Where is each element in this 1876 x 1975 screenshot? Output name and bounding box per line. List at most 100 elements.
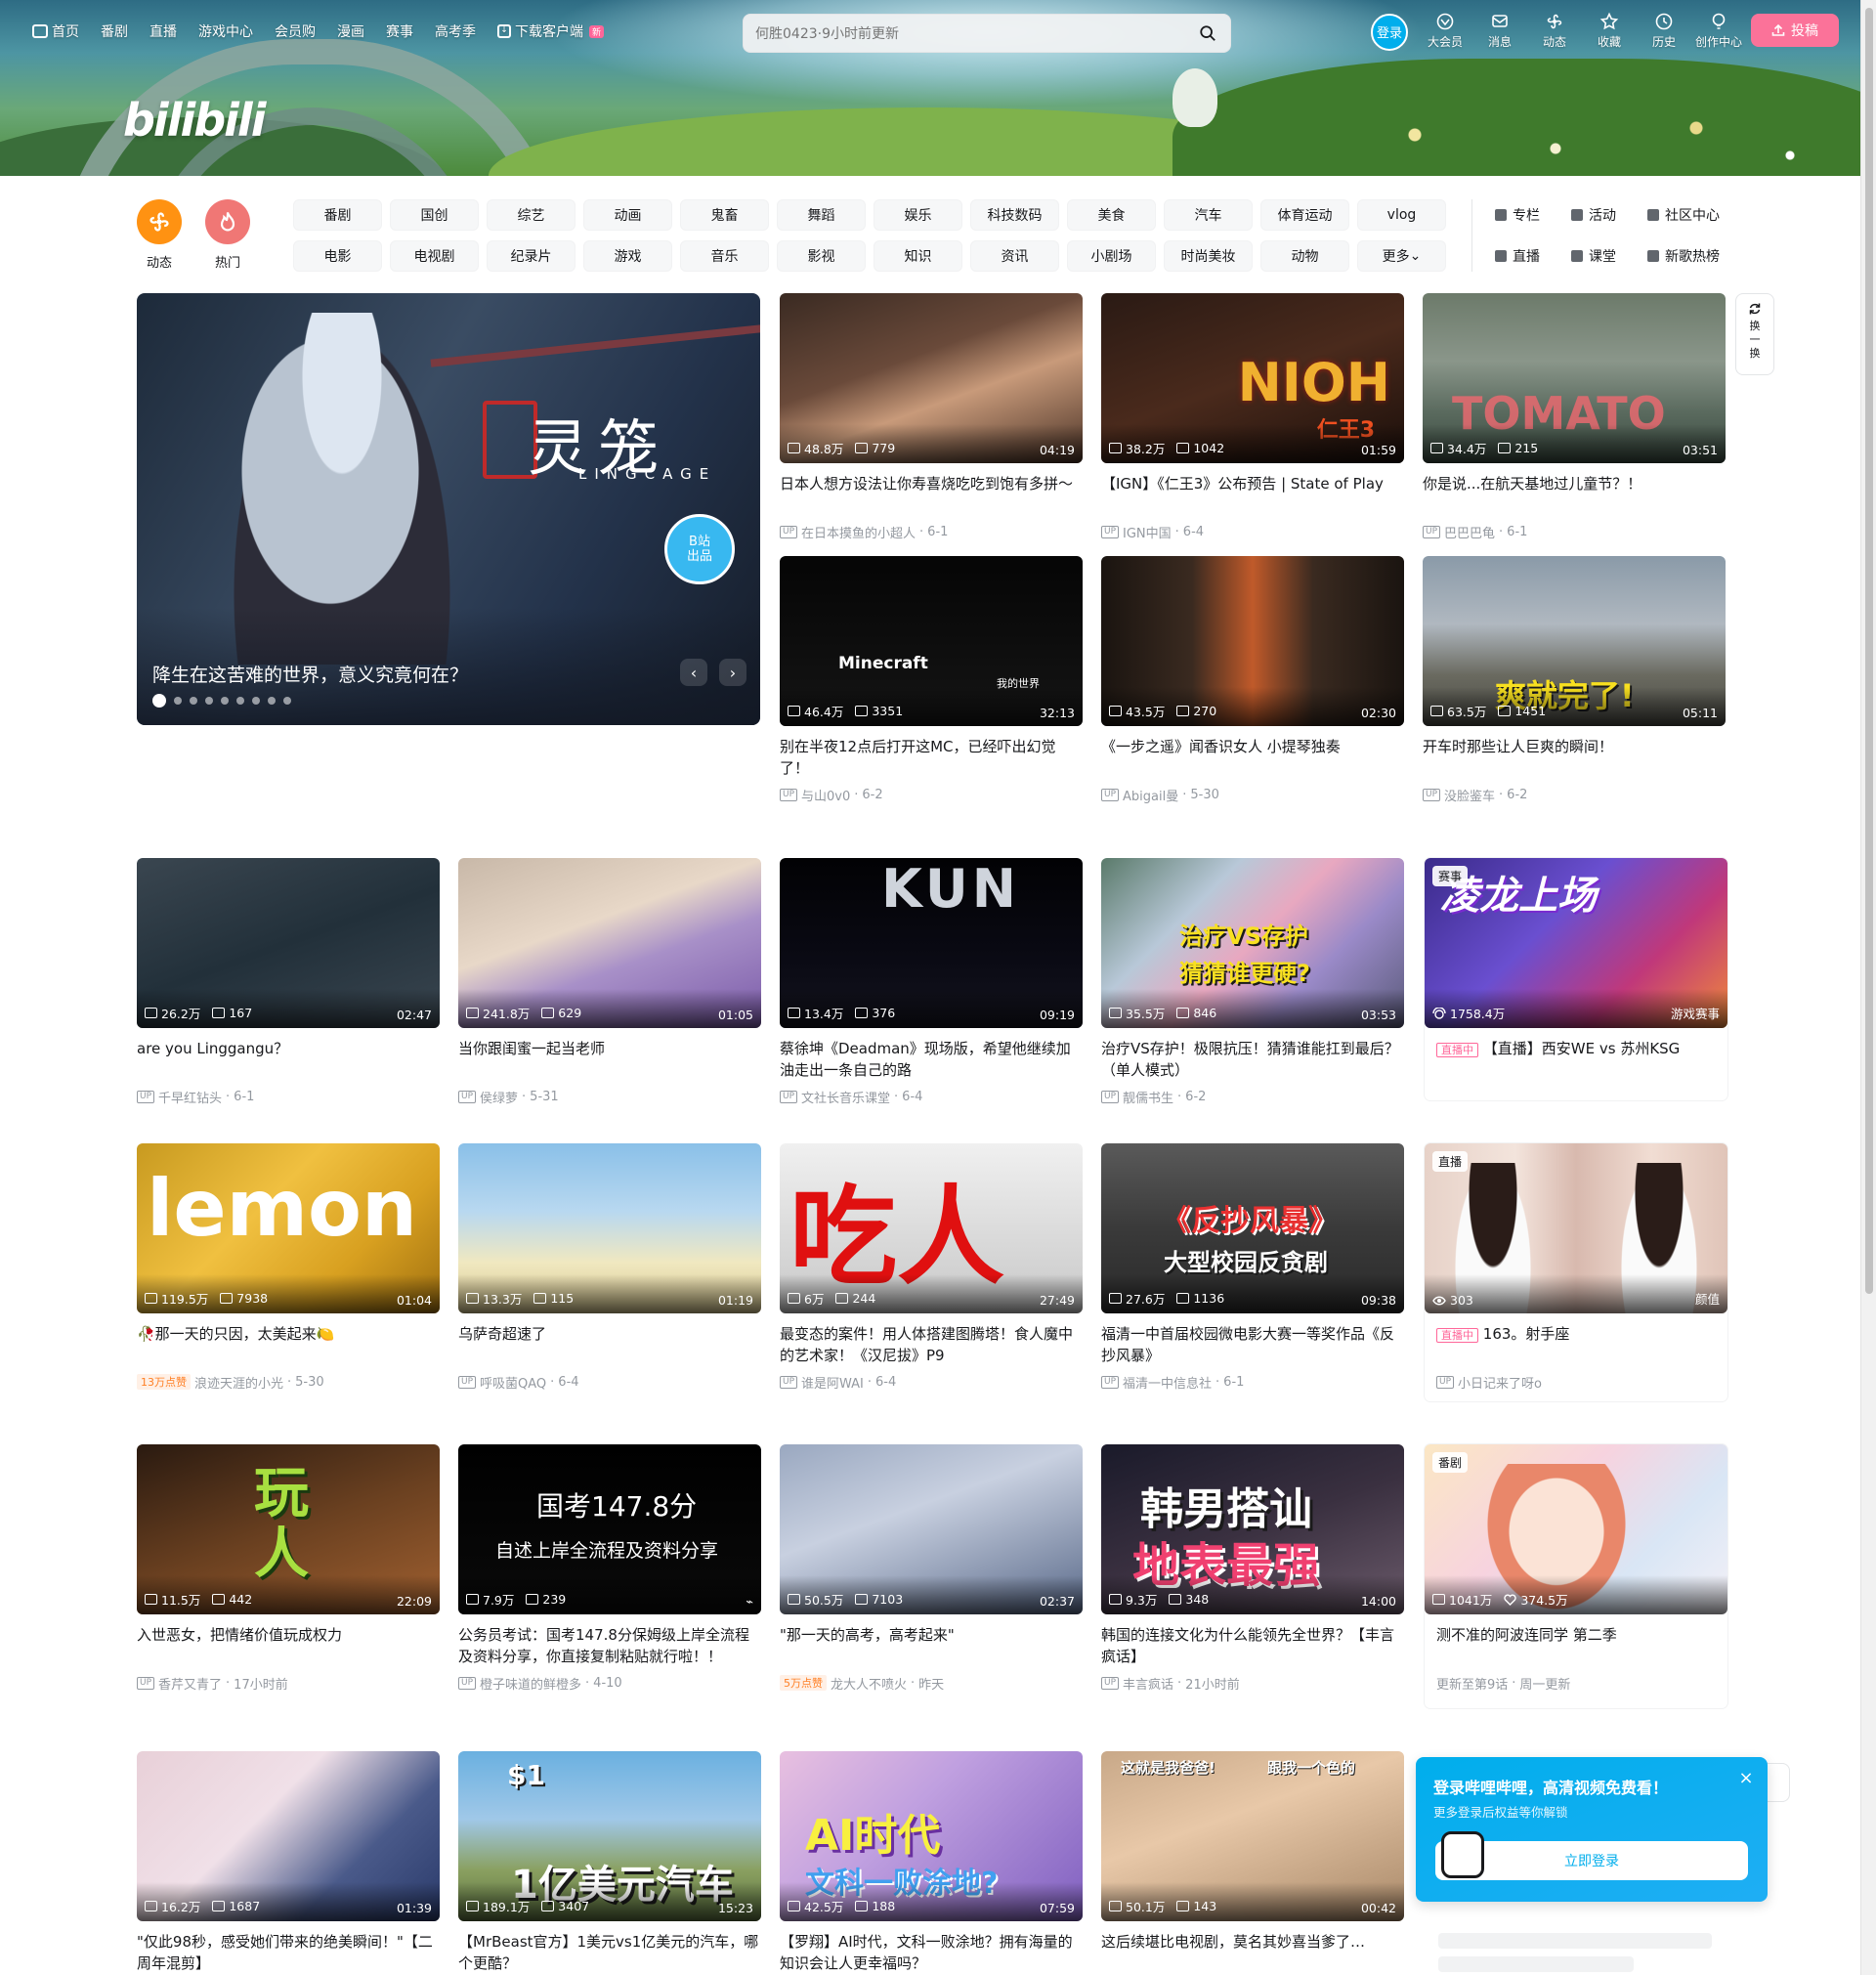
video-thumbnail[interactable]: 43.5万 270 02:30: [1101, 556, 1404, 726]
uploader-name[interactable]: 呼吸菌QAQ: [480, 1373, 546, 1392]
nav-download-client[interactable]: ↓ 下载客户端新: [489, 21, 613, 41]
channel-tag[interactable]: 电视剧: [390, 240, 479, 272]
channel-tag[interactable]: 鬼畜: [680, 199, 769, 231]
video-thumbnail[interactable]: 1亿美元汽车$1189.1万340715:23: [458, 1751, 761, 1921]
carousel-dot[interactable]: [190, 697, 197, 705]
channel-tag[interactable]: 纪录片: [487, 240, 576, 272]
bangumi-card[interactable]: 番剧 1041万 374.5万 测不准的阿波连同学 第二季 更新至第9话 · 周一更新: [1425, 1444, 1727, 1708]
video-card[interactable]: 241.8万 629 01:05 当你跟闺蜜一起当老师 UP 侯绿萝 · 5-31: [458, 858, 761, 1106]
video-card[interactable]: TOMATO 34.4万 215 03:51 你是说...在航天基地过儿童节？！ UP 巴巴…: [1423, 293, 1726, 541]
video-title[interactable]: 开车时那些让人巨爽的瞬间！: [1423, 736, 1726, 779]
video-title[interactable]: 🥀那一天的只因，太美起来🍋: [137, 1323, 440, 1366]
video-thumbnail[interactable]: AI时代文科一败涂地?42.5万18807:59: [780, 1751, 1083, 1921]
video-card[interactable]: 《反抄风暴》 大型校园反贪剧 27.6万 1136 09:38 福清一中首届校园微电影大赛…: [1101, 1143, 1404, 1392]
uploader-name[interactable]: Abigail曼: [1123, 786, 1178, 804]
nav-history[interactable]: 历史: [1638, 12, 1690, 50]
nav-vip[interactable]: 大会员: [1419, 12, 1471, 50]
video-thumbnail[interactable]: 吃人 6万 244 27:49: [780, 1143, 1083, 1313]
nav-dynamic[interactable]: 动态: [1528, 12, 1581, 50]
video-card[interactable]: 1亿美元汽车$1189.1万340715:23 【MrBeast官方】1美元vs1…: [458, 1751, 761, 1974]
video-card[interactable]: 16.2万 1687 01:39 "仅此98秒，感受她们带来的绝美瞬间！"【二周年混剪…: [137, 1751, 440, 1974]
close-icon[interactable]: ×: [1736, 1769, 1756, 1788]
video-title[interactable]: 《一步之遥》闻香识女人 小提琴独奏: [1101, 736, 1404, 779]
video-thumbnail[interactable]: 玩人 11.5万 442 22:09: [137, 1444, 440, 1614]
live-card-streamer[interactable]: 直播 303 颜值 直播中 163。射手座 UP 小日记来了呀o: [1425, 1143, 1727, 1401]
nav-favorites[interactable]: 收藏: [1583, 12, 1636, 50]
carousel-dot[interactable]: [283, 697, 291, 705]
uploader-name[interactable]: 龙大人不喷火: [831, 1674, 907, 1693]
link-new-songs[interactable]: 新歌热榜: [1647, 240, 1745, 272]
nav-creator-center[interactable]: 创作中心: [1692, 12, 1745, 50]
channel-tag[interactable]: vlog: [1357, 199, 1446, 231]
link-community[interactable]: 社区中心: [1647, 199, 1745, 231]
video-card[interactable]: Minecraft 我的世界 46.4万 3351 32:13 别在半夜12点后打开这MC…: [780, 556, 1083, 804]
live-thumbnail[interactable]: 凌龙上场 赛事 1758.4万 游戏赛事: [1425, 858, 1727, 1028]
channel-tag[interactable]: 舞蹈: [777, 199, 866, 231]
video-card[interactable]: 爽就完了!63.5万145105:11开车时那些让人巨爽的瞬间！UP没脸鉴车·6…: [1423, 556, 1726, 804]
video-card[interactable]: AI时代文科一败涂地?42.5万18807:59【罗翔】AI时代，文科一败涂地？…: [780, 1751, 1083, 1974]
nav-mall[interactable]: 会员购: [266, 21, 324, 41]
video-card[interactable]: 治疗VS存护 猜猜谁更硬? 35.5万 846 03:53 治疗VS存护！极限抗压！猜猜谁…: [1101, 858, 1404, 1106]
video-title[interactable]: 当你跟闺蜜一起当老师: [458, 1038, 761, 1081]
nav-manga[interactable]: 漫画: [328, 21, 373, 41]
channel-tag[interactable]: 资讯: [970, 240, 1059, 272]
uploader-name[interactable]: 靓儒书生: [1123, 1088, 1173, 1106]
bilibili-logo[interactable]: bilibili: [123, 94, 266, 147]
video-card[interactable]: 50.5万 7103 02:37 "那一天的高考，高考起来" 5万点赞 龙大人不喷火 · 昨天: [780, 1444, 1083, 1693]
channel-tag[interactable]: 音乐: [680, 240, 769, 272]
video-thumbnail[interactable]: 26.2万 167 02:47: [137, 858, 440, 1028]
channel-tag[interactable]: 动画: [583, 199, 672, 231]
carousel-dot[interactable]: [236, 697, 244, 705]
channel-tag[interactable]: 小剧场: [1067, 240, 1156, 272]
link-classroom[interactable]: 课堂: [1571, 240, 1647, 272]
video-card[interactable]: NIOH仁王338.2万104201:59【IGN】《仁王3》公布预告 | St…: [1101, 293, 1404, 541]
video-title[interactable]: 【IGN】《仁王3》公布预告 | State of Play: [1101, 473, 1404, 516]
hot-channel-button[interactable]: [205, 199, 250, 244]
video-thumbnail[interactable]: 13.3万 115 01:19: [458, 1143, 761, 1313]
video-title[interactable]: 乌萨奇超速了: [458, 1323, 761, 1366]
video-card[interactable]: 43.5万 270 02:30 《一步之遥》闻香识女人 小提琴独奏 UP Abigail曼…: [1101, 556, 1404, 804]
uploader-name[interactable]: 丰言疯话: [1123, 1674, 1173, 1693]
video-card[interactable]: KUN 13.4万 376 09:19 蔡徐坤《Deadman》现场版，希望他继续加油走…: [780, 858, 1083, 1106]
carousel-dot[interactable]: [152, 694, 166, 708]
video-thumbnail[interactable]: 这就是我爸爸! 跟我一个色的 50.1万 143 00:42: [1101, 1751, 1404, 1921]
video-title[interactable]: 蔡徐坤《Deadman》现场版，希望他继续加油走出一条自己的路: [780, 1038, 1083, 1081]
channel-tag[interactable]: 游戏: [583, 240, 672, 272]
channel-tag[interactable]: 电影: [293, 240, 382, 272]
video-card[interactable]: 48.8万 779 04:19 日本人想方设法让你寿喜烧吃吃到饱有多拼～ UP 在日本摸鱼…: [780, 293, 1083, 541]
carousel-dot[interactable]: [268, 697, 276, 705]
video-thumbnail[interactable]: KUN 13.4万 376 09:19: [780, 858, 1083, 1028]
live-card-esports[interactable]: 凌龙上场 赛事 1758.4万 游戏赛事 直播中 【直播】西安WE vs 苏州K…: [1425, 858, 1727, 1100]
bangumi-thumbnail[interactable]: 番剧 1041万 374.5万: [1425, 1444, 1727, 1614]
dynamic-channel-button[interactable]: [137, 199, 182, 244]
video-title[interactable]: 【MrBeast官方】1美元vs1亿美元的汽车，哪个更酷？: [458, 1931, 761, 1974]
video-title[interactable]: "那一天的高考，高考起来": [780, 1624, 1083, 1667]
uploader-name[interactable]: 没脸鉴车: [1444, 786, 1495, 804]
nav-messages[interactable]: 消息: [1473, 12, 1526, 50]
video-card[interactable]: 国考147.8分 自述上岸全流程及资料分享 7.9万 239 ⌁ 公务员考试：国考147.…: [458, 1444, 761, 1693]
video-thumbnail[interactable]: 《反抄风暴》 大型校园反贪剧 27.6万 1136 09:38: [1101, 1143, 1404, 1313]
video-title[interactable]: 最变态的案件！用人体搭建图腾塔！食人魔中的艺术家！《汉尼拔》P9: [780, 1323, 1083, 1366]
uploader-name[interactable]: 香芹又青了: [158, 1674, 222, 1693]
channel-tag-more[interactable]: 更多 ⌄: [1357, 240, 1446, 272]
video-title[interactable]: 你是说...在航天基地过儿童节？！: [1423, 473, 1726, 516]
channel-tag[interactable]: 动物: [1260, 240, 1349, 272]
channel-tag[interactable]: 知识: [874, 240, 962, 272]
uploader-name[interactable]: 谁是阿WAI: [801, 1373, 864, 1392]
video-thumbnail[interactable]: 16.2万 1687 01:39: [137, 1751, 440, 1921]
refresh-button[interactable]: 换 一 换: [1735, 293, 1774, 375]
video-title[interactable]: 入世恶女，把情绪价值玩成权力: [137, 1624, 440, 1667]
uploader-name[interactable]: 千早红钻头: [158, 1088, 222, 1106]
video-title[interactable]: 公务员考试：国考147.8分保姆级上岸全流程及资料分享，你直接复制粘贴就行啦！！: [458, 1624, 761, 1667]
uploader-name[interactable]: 在日本摸鱼的小超人: [801, 523, 916, 541]
search-icon[interactable]: [1199, 24, 1216, 42]
uploader-name[interactable]: 文社长音乐课堂: [801, 1088, 890, 1106]
video-thumbnail[interactable]: TOMATO 34.4万 215 03:51: [1423, 293, 1726, 463]
channel-tag[interactable]: 时尚美妆: [1164, 240, 1253, 272]
hero-carousel[interactable]: 灵笼 LINGCAGE B站 出品 降生在这苦难的世界，意义究竟何在？ ‹ ›: [137, 293, 760, 725]
nav-game-center[interactable]: 游戏中心: [190, 21, 262, 41]
bangumi-title[interactable]: 测不准的阿波连同学 第二季: [1425, 1624, 1727, 1667]
uploader-name[interactable]: IGN中国: [1123, 523, 1172, 541]
uploader-name[interactable]: 橙子味道的鲜橙多: [480, 1674, 581, 1693]
video-card[interactable]: 这就是我爸爸! 跟我一个色的 50.1万 143 00:42 这后续堪比电视剧，莫名其妙喜…: [1101, 1751, 1404, 1974]
